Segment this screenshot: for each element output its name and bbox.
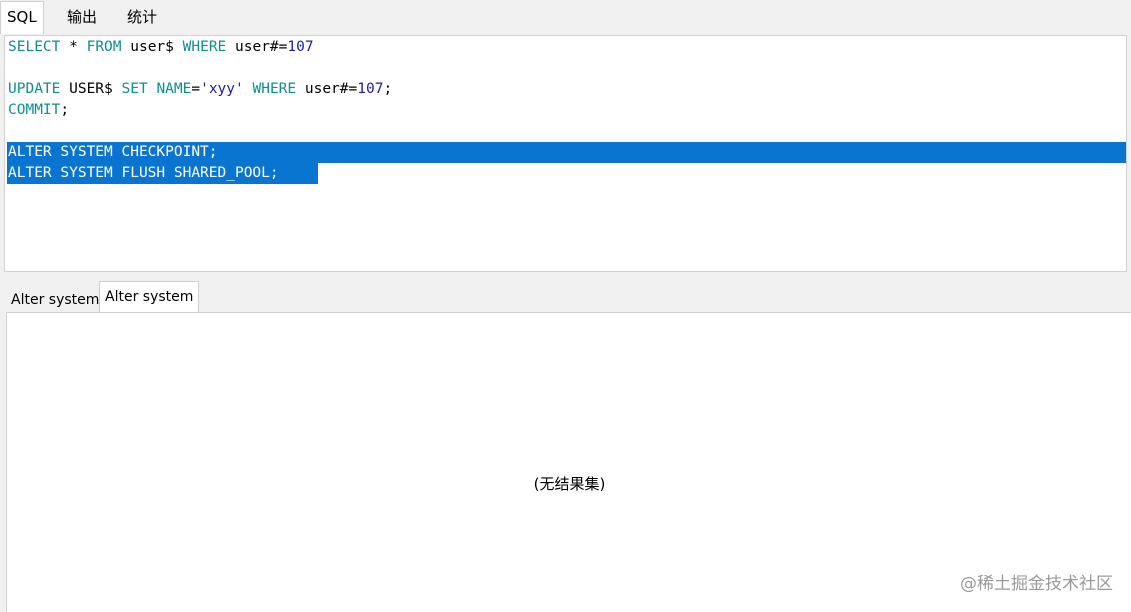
code-text: = <box>191 81 201 97</box>
keyword: SET <box>121 81 148 97</box>
keyword: WHERE <box>182 39 227 55</box>
code-text: ; <box>60 102 70 118</box>
code-line-7: ALTER SYSTEM FLUSH SHARED_POOL; <box>8 165 279 181</box>
keyword: WHERE <box>252 81 297 97</box>
keyword: UPDATE <box>8 81 61 97</box>
top-tab-bar: SQL 输出 统计 <box>0 0 1131 34</box>
code-text: ; <box>383 81 393 97</box>
code-text: * <box>60 39 87 55</box>
code-text: user$ <box>121 39 183 55</box>
keyword: NAME <box>156 81 192 97</box>
tab-output[interactable]: 输出 <box>61 2 103 32</box>
results-panel: (无结果集) <box>6 312 1131 612</box>
result-tab-bar: Alter system Alter system <box>0 280 1131 313</box>
code-line-6: ALTER SYSTEM CHECKPOINT; <box>8 144 218 160</box>
tab-sql[interactable]: SQL <box>0 1 44 34</box>
sql-client-window: SQL 输出 统计 SELECT * FROM user$ WHERE user… <box>0 0 1131 612</box>
code-line-1: SELECT * FROM user$ WHERE user#=107 <box>5 37 1126 58</box>
code-line-3: UPDATE USER$ SET NAME='xyy' WHERE user#=… <box>5 79 1126 100</box>
empty-result-message: (无结果集) <box>533 475 606 493</box>
string-literal: 'xyy' <box>200 81 244 97</box>
number-literal: 107 <box>287 39 314 55</box>
code-text: user#= <box>226 39 288 55</box>
result-tab-2[interactable]: Alter system <box>99 281 200 313</box>
keyword: FROM <box>86 39 122 55</box>
code-line-4: COMMIT; <box>5 100 1126 121</box>
tab-stats[interactable]: 统计 <box>121 2 163 32</box>
result-tab-1[interactable]: Alter system <box>6 288 104 312</box>
watermark: @稀土掘金技术社区 <box>960 574 1113 594</box>
keyword: COMMIT <box>8 102 61 118</box>
code-text: USER$ <box>60 81 122 97</box>
keyword: SELECT <box>8 39 61 55</box>
sql-editor[interactable]: SELECT * FROM user$ WHERE user#=107 UPDA… <box>4 35 1127 272</box>
code-text: user#= <box>296 81 358 97</box>
number-literal: 107 <box>357 81 384 97</box>
